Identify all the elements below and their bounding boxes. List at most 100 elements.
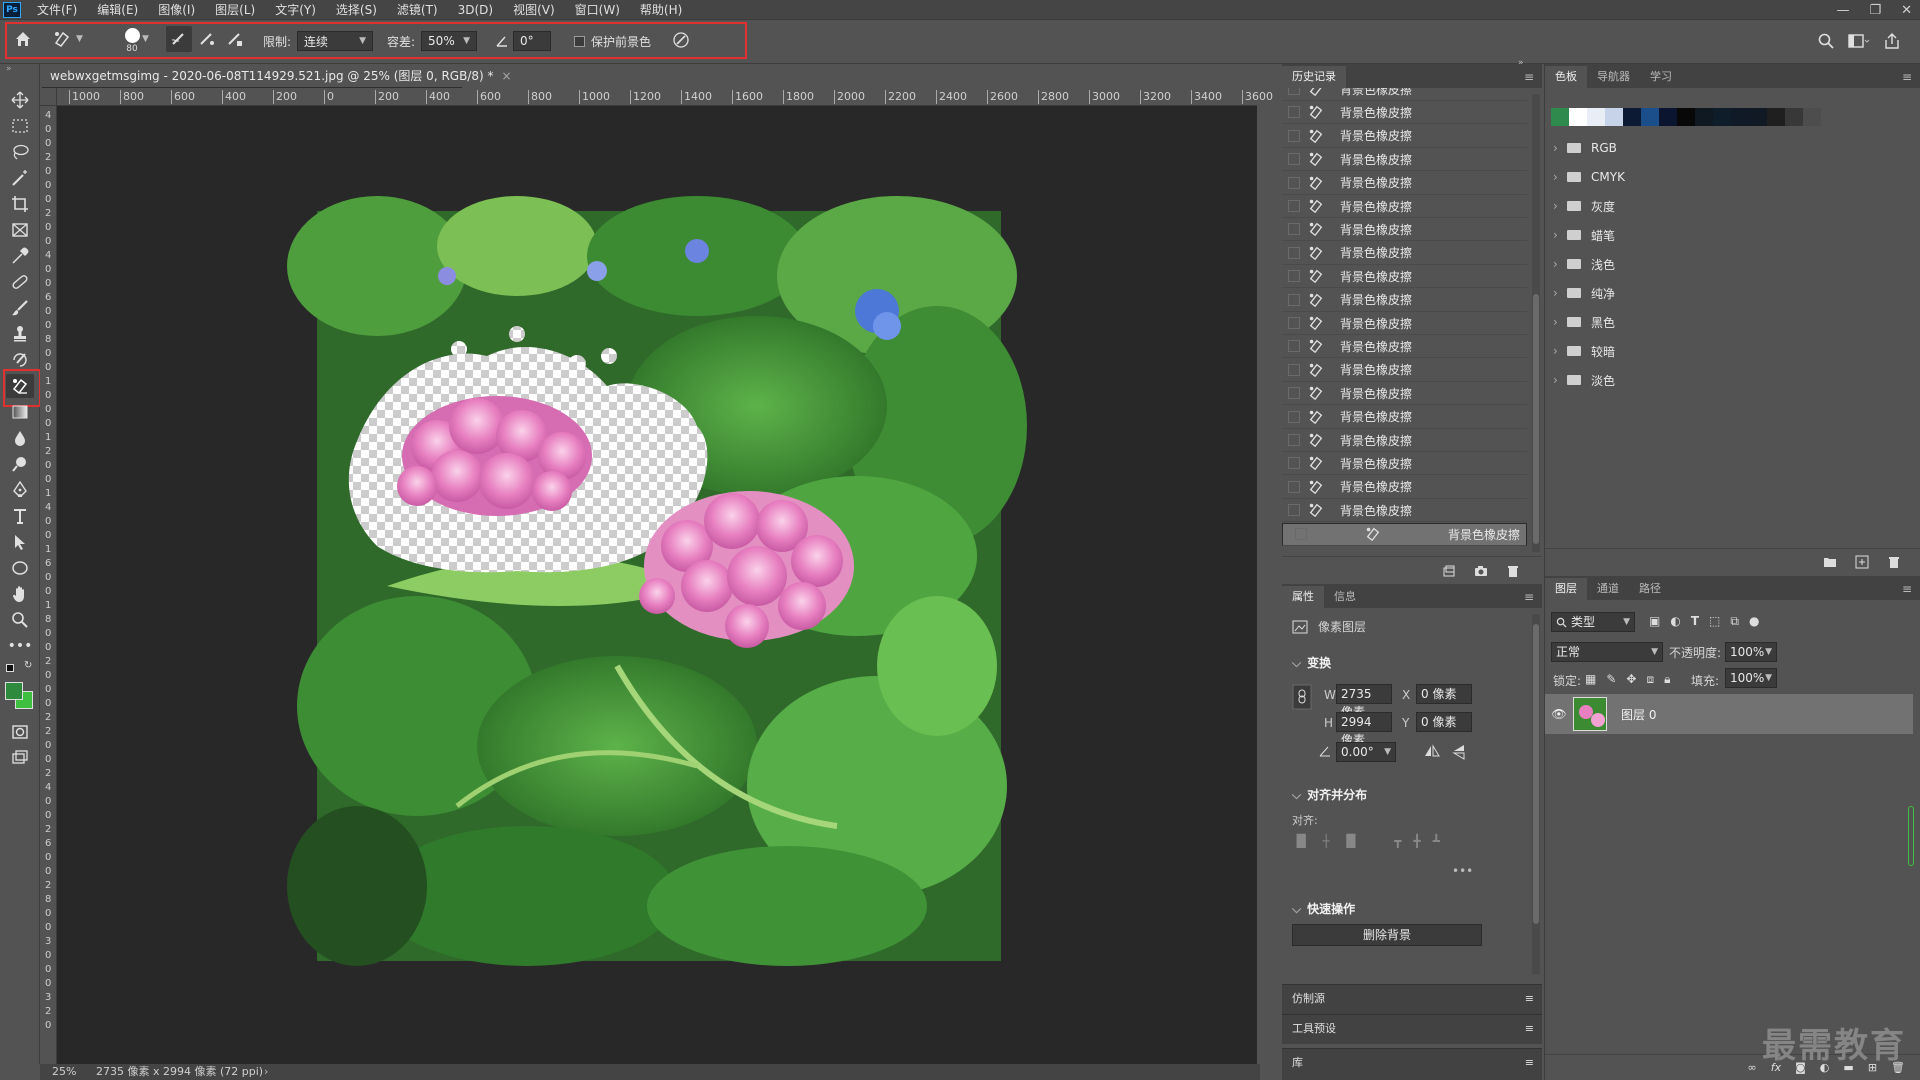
menu-item[interactable]: 选择(S) — [326, 0, 387, 20]
history-scrollbar[interactable] — [1532, 94, 1540, 552]
color-swatch[interactable] — [1641, 108, 1659, 126]
new-document-from-state-icon[interactable] — [1442, 564, 1456, 578]
swatch-folder[interactable]: › 灰度 — [1553, 196, 1615, 216]
blur-tool[interactable] — [6, 426, 34, 450]
default-colors-icon[interactable] — [6, 664, 14, 672]
history-source-checkbox[interactable] — [1288, 363, 1300, 376]
history-source-checkbox[interactable] — [1288, 246, 1300, 259]
chevron-right-icon[interactable]: › — [1553, 199, 1565, 213]
history-state-row[interactable]: 背景色橡皮擦 — [1282, 218, 1527, 242]
panel-menu-icon[interactable]: ≡ — [1902, 70, 1912, 84]
menu-item[interactable]: 文字(Y) — [265, 0, 326, 20]
healing-brush-tool[interactable] — [6, 270, 34, 294]
quick-mask-button[interactable] — [6, 720, 34, 744]
blend-mode-select[interactable]: 正常 ▼ — [1551, 642, 1663, 662]
flip-horizontal-icon[interactable] — [1424, 744, 1440, 758]
panel-menu-icon[interactable]: ≡ — [1525, 985, 1534, 1013]
sampling-once-button[interactable] — [194, 26, 220, 52]
document-image[interactable] — [57, 106, 1257, 1064]
chevron-right-icon[interactable]: › — [1553, 315, 1565, 329]
restore-icon[interactable]: ❐ — [1869, 3, 1881, 18]
align-bottom-icon[interactable]: ┻ — [1433, 834, 1440, 848]
chevron-right-icon[interactable]: › — [1553, 373, 1565, 387]
swatch-folder[interactable]: › CMYK — [1553, 167, 1625, 187]
canvas-area[interactable] — [57, 106, 1257, 1064]
filter-toggle-icon[interactable]: ● — [1749, 614, 1759, 629]
menu-item[interactable]: 滤镜(T) — [387, 0, 448, 20]
camera-icon[interactable] — [1474, 564, 1488, 578]
history-state-row[interactable]: 背景色橡皮擦 — [1282, 312, 1527, 335]
lock-transparent-icon[interactable]: ▦ — [1585, 672, 1596, 687]
toolbox-collapse-icon[interactable]: » — [6, 64, 12, 74]
eye-visibility-icon[interactable]: 👁︎ — [1545, 707, 1573, 721]
chevron-right-icon[interactable]: › — [1553, 286, 1565, 300]
sampling-background-button[interactable] — [222, 26, 248, 52]
clone-stamp-tool[interactable] — [6, 322, 34, 346]
menu-item[interactable]: 文件(F) — [27, 0, 87, 20]
width-input[interactable]: 2735 像素 — [1336, 684, 1392, 719]
menu-item[interactable]: 视图(V) — [503, 0, 565, 20]
swatch-folder[interactable]: › 黑色 — [1553, 312, 1615, 332]
history-state-row[interactable]: 背景色橡皮擦 — [1282, 452, 1527, 476]
crop-tool[interactable] — [6, 192, 34, 216]
layer-filter-select[interactable]: 类型 ▼ — [1551, 612, 1635, 632]
link-dimensions-button[interactable] — [1292, 684, 1316, 734]
history-source-checkbox[interactable] — [1288, 387, 1300, 400]
zoom-tool[interactable] — [6, 608, 34, 632]
swatch-folder[interactable]: › 较暗 — [1553, 341, 1615, 361]
color-swatch[interactable] — [1605, 108, 1623, 126]
tab-channels[interactable]: 通道 — [1587, 578, 1629, 600]
dodge-tool[interactable] — [6, 452, 34, 476]
rotation-input[interactable]: 0.00° ▼ — [1336, 742, 1396, 762]
history-state-row[interactable]: 背景色橡皮擦 — [1282, 335, 1527, 359]
tab-paths[interactable]: 路径 — [1629, 578, 1671, 600]
tool-presets-panel[interactable]: 工具预设 ≡ — [1282, 1014, 1542, 1044]
align-left-icon[interactable]: ▐▌ — [1292, 834, 1310, 848]
tab-layers[interactable]: 图层 — [1545, 578, 1587, 600]
history-state-row[interactable]: 背景色橡皮擦 — [1282, 429, 1527, 452]
trash-icon[interactable] — [1887, 555, 1901, 569]
history-source-checkbox[interactable] — [1288, 480, 1300, 493]
chevron-right-icon[interactable]: › — [1553, 257, 1565, 271]
pressure-size-button[interactable] — [672, 29, 690, 51]
swatch-folder[interactable]: › 淡色 — [1553, 370, 1615, 390]
minimize-icon[interactable]: — — [1836, 3, 1849, 18]
swatch-folder[interactable]: › RGB — [1553, 138, 1617, 158]
swatch-folder[interactable]: › 纯净 — [1553, 283, 1615, 303]
color-swatch[interactable] — [1785, 108, 1803, 126]
tab-navigator[interactable]: 导航器 — [1587, 66, 1640, 88]
history-state-row[interactable]: 背景色橡皮擦 — [1282, 172, 1527, 195]
brush-tool[interactable] — [6, 296, 34, 320]
history-state-row[interactable]: 背景色橡皮擦 — [1282, 265, 1527, 289]
history-source-checkbox[interactable] — [1288, 223, 1300, 236]
history-state-row[interactable]: 背景色橡皮擦 — [1282, 242, 1527, 265]
history-source-checkbox[interactable] — [1288, 88, 1300, 95]
menu-item[interactable]: 编辑(E) — [87, 0, 148, 20]
tab-history[interactable]: 历史记录 — [1282, 66, 1346, 88]
tolerance-input[interactable]: 50% ▼ — [421, 31, 478, 51]
tab-swatches[interactable]: 色板 — [1545, 66, 1587, 88]
swap-colors-icon[interactable]: ↻ — [24, 660, 32, 671]
history-source-checkbox[interactable] — [1288, 317, 1300, 329]
history-state-row[interactable]: 背景色橡皮擦 — [1282, 88, 1527, 101]
history-source-checkbox[interactable] — [1288, 200, 1300, 212]
filter-type-icon[interactable]: T — [1691, 614, 1699, 629]
workspace-icon[interactable] — [1848, 33, 1870, 49]
history-state-row[interactable]: 背景色橡皮擦 — [1282, 476, 1527, 499]
ruler-origin[interactable] — [40, 88, 57, 106]
color-swatch[interactable] — [1713, 108, 1731, 126]
menu-item[interactable]: 图像(I) — [148, 0, 205, 20]
screen-mode-button[interactable] — [6, 746, 34, 770]
layer-row[interactable]: 👁︎ 图层 0 — [1545, 694, 1913, 734]
search-icon[interactable] — [1818, 33, 1834, 49]
fill-input[interactable]: 100% ▼ — [1725, 668, 1777, 688]
history-state-row[interactable]: 背景色橡皮擦 — [1282, 359, 1527, 382]
move-tool[interactable] — [6, 88, 34, 112]
history-state-row[interactable]: 背景色橡皮擦 — [1282, 148, 1527, 172]
history-state-row[interactable]: 背景色橡皮擦 — [1282, 522, 1527, 546]
gradient-tool[interactable] — [6, 400, 34, 424]
color-swatch[interactable] — [1695, 108, 1713, 126]
history-source-checkbox[interactable] — [1288, 504, 1300, 517]
tab-learn[interactable]: 学习 — [1640, 66, 1682, 88]
trash-icon[interactable] — [1506, 564, 1520, 578]
